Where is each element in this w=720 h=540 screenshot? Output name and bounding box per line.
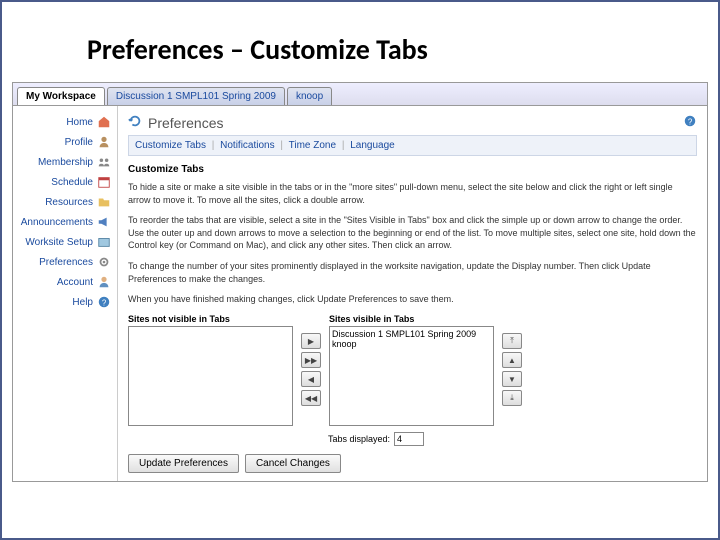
move-arrows: ▶ ▶▶ ◀ ◀◀	[301, 314, 321, 426]
workspace-tabs: My Workspace Discussion 1 SMPL101 Spring…	[13, 83, 707, 106]
sidebar-item-account[interactable]: Account	[17, 272, 113, 292]
tab-my-workspace[interactable]: My Workspace	[17, 87, 105, 105]
section-title: Customize Tabs	[128, 164, 697, 175]
sidebar-item-resources[interactable]: Resources	[17, 192, 113, 212]
nav-label: Membership	[38, 157, 93, 168]
sidebar-item-preferences[interactable]: Preferences	[17, 252, 113, 272]
subtab-customize[interactable]: Customize Tabs	[135, 140, 206, 151]
pref-heading-text: Preferences	[148, 115, 223, 131]
svg-text:?: ?	[102, 299, 107, 308]
folder-icon	[97, 195, 111, 209]
main-content: Preferences ? Customize Tabs | Notificat…	[118, 106, 707, 481]
list-item[interactable]: Discussion 1 SMPL101 Spring 2009	[332, 329, 491, 339]
left-listbox[interactable]	[128, 326, 293, 426]
tabs-displayed-input[interactable]	[394, 432, 424, 446]
nav-label: Profile	[65, 137, 93, 148]
listbox-area: Sites not visible in Tabs ▶ ▶▶ ◀ ◀◀ Site…	[128, 314, 697, 426]
sidebar: Home Profile Membership Schedule Resourc…	[13, 106, 118, 481]
nav-label: Home	[66, 117, 93, 128]
gear-icon	[97, 255, 111, 269]
update-preferences-button[interactable]: Update Preferences	[128, 454, 239, 473]
worksite-icon	[97, 235, 111, 249]
move-up-button[interactable]: ▲	[502, 352, 522, 368]
pref-header: Preferences ?	[128, 114, 697, 135]
para-1: To hide a site or make a site visible in…	[128, 181, 697, 206]
profile-icon	[97, 135, 111, 149]
membership-icon	[97, 155, 111, 169]
order-arrows: ⤒ ▲ ▼ ⤓	[502, 314, 522, 426]
move-right-button[interactable]: ▶	[301, 333, 321, 349]
para-3: To change the number of your sites promi…	[128, 260, 697, 285]
move-top-button[interactable]: ⤒	[502, 333, 522, 349]
nav-label: Schedule	[51, 177, 93, 188]
refresh-icon[interactable]	[128, 114, 142, 131]
home-icon	[97, 115, 111, 129]
nav-label: Help	[72, 297, 93, 308]
sidebar-item-home[interactable]: Home	[17, 112, 113, 132]
sidebar-item-schedule[interactable]: Schedule	[17, 172, 113, 192]
para-4: When you have finished making changes, c…	[128, 293, 697, 306]
svg-text:?: ?	[688, 118, 693, 127]
tab-knoop[interactable]: knoop	[287, 87, 332, 105]
move-left-button[interactable]: ◀	[301, 371, 321, 387]
subtab-timezone[interactable]: Time Zone	[289, 140, 336, 151]
sidebar-item-profile[interactable]: Profile	[17, 132, 113, 152]
left-list-label: Sites not visible in Tabs	[128, 314, 293, 324]
cancel-changes-button[interactable]: Cancel Changes	[245, 454, 341, 473]
header-help-icon[interactable]: ?	[683, 114, 697, 131]
subtab-notifications[interactable]: Notifications	[220, 140, 274, 151]
para-2: To reorder the tabs that are visible, se…	[128, 214, 697, 252]
move-all-left-button[interactable]: ◀◀	[301, 390, 321, 406]
pref-subtabs: Customize Tabs | Notifications | Time Zo…	[128, 135, 697, 156]
page-title: Preferences – Customize Tabs	[2, 2, 718, 82]
right-list-label: Sites visible in Tabs	[329, 314, 494, 324]
calendar-icon	[97, 175, 111, 189]
subtab-language[interactable]: Language	[350, 140, 395, 151]
announcement-icon	[97, 215, 111, 229]
help-icon: ?	[97, 295, 111, 309]
tab-discussion[interactable]: Discussion 1 SMPL101 Spring 2009	[107, 87, 285, 105]
sidebar-item-help[interactable]: Help ?	[17, 292, 113, 312]
sidebar-item-announcements[interactable]: Announcements	[17, 212, 113, 232]
nav-label: Account	[57, 277, 93, 288]
right-listbox[interactable]: Discussion 1 SMPL101 Spring 2009 knoop	[329, 326, 494, 426]
nav-label: Preferences	[39, 257, 93, 268]
move-down-button[interactable]: ▼	[502, 371, 522, 387]
list-item[interactable]: knoop	[332, 339, 491, 349]
tabs-displayed-row: Tabs displayed:	[328, 432, 697, 446]
move-all-right-button[interactable]: ▶▶	[301, 352, 321, 368]
account-icon	[97, 275, 111, 289]
nav-label: Worksite Setup	[25, 237, 93, 248]
nav-label: Announcements	[21, 217, 93, 228]
sidebar-item-membership[interactable]: Membership	[17, 152, 113, 172]
move-bottom-button[interactable]: ⤓	[502, 390, 522, 406]
sidebar-item-worksite[interactable]: Worksite Setup	[17, 232, 113, 252]
tabs-displayed-label: Tabs displayed:	[328, 434, 390, 444]
nav-label: Resources	[45, 197, 93, 208]
app-window: My Workspace Discussion 1 SMPL101 Spring…	[12, 82, 708, 482]
